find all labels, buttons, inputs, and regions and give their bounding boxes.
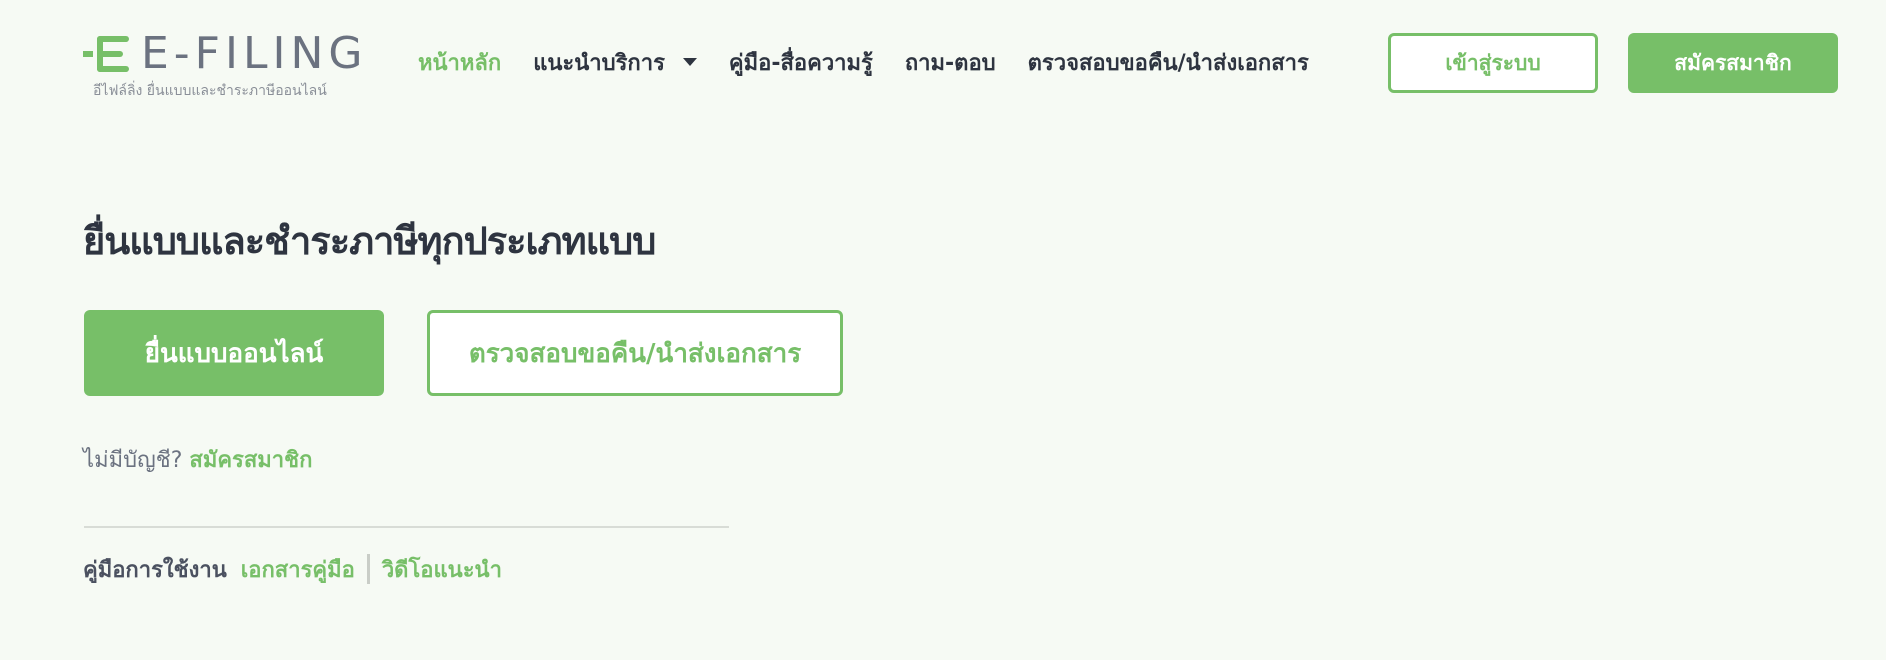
video-guide-link[interactable]: วิดีโอแนะนำ xyxy=(382,552,502,587)
nav-item-manuals[interactable]: คู่มือ-สื่อความรู้ xyxy=(729,45,873,80)
nav-item-label: แนะนำบริการ xyxy=(533,50,665,76)
document-manual-link[interactable]: เอกสารคู่มือ xyxy=(241,552,355,587)
nav-item-label: ตรวจสอบขอคืน/นำส่งเอกสาร xyxy=(1027,50,1309,76)
efiling-logo-icon xyxy=(83,36,129,72)
nav-item-label: ถาม-ตอบ xyxy=(904,50,996,76)
no-account-text: ไม่มีบัญชี? xyxy=(83,448,183,473)
link-separator xyxy=(366,554,370,584)
site-header: E-FILING อีไฟล์ลิ่ง ยื่นแบบและชำระภาษีออ… xyxy=(0,0,1886,124)
logo-text: E-FILING xyxy=(141,28,368,79)
logo-subtitle: อีไฟล์ลิ่ง ยื่นแบบและชำระภาษีออนไลน์ xyxy=(93,83,327,99)
nav-item-faq[interactable]: ถาม-ตอบ xyxy=(905,45,996,80)
nav-item-services[interactable]: แนะนำบริการ xyxy=(533,45,697,80)
manual-links: คู่มือการใช้งาน เอกสารคู่มือ วิดีโอแนะนำ xyxy=(83,552,502,586)
nav-item-home[interactable]: หน้าหลัก xyxy=(418,45,501,80)
manual-label: คู่มือการใช้งาน xyxy=(83,557,227,583)
nav-item-check-refund[interactable]: ตรวจสอบขอคืน/นำส่งเอกสาร xyxy=(1028,45,1309,80)
login-button[interactable]: เข้าสู่ระบบ xyxy=(1388,33,1598,93)
register-link[interactable]: สมัครสมาชิก xyxy=(189,448,312,473)
page-title: ยื่นแบบและชำระภาษีทุกประเภทแบบ xyxy=(83,219,656,263)
check-refund-button[interactable]: ตรวจสอบขอคืน/นำส่งเอกสาร xyxy=(427,310,843,396)
no-account-prompt: ไม่มีบัญชี? สมัครสมาชิก xyxy=(83,442,312,477)
chevron-down-icon xyxy=(682,58,697,66)
nav-item-label: หน้าหลัก xyxy=(418,50,502,76)
site-logo[interactable]: E-FILING อีไฟล์ลิ่ง ยื่นแบบและชำระภาษีออ… xyxy=(83,28,373,102)
main-nav: หน้าหลัก แนะนำบริการ คู่มือ-สื่อความรู้ … xyxy=(418,40,1341,84)
file-online-button[interactable]: ยื่นแบบออนไลน์ xyxy=(84,310,384,396)
section-divider xyxy=(84,526,729,528)
register-button[interactable]: สมัครสมาชิก xyxy=(1628,33,1838,93)
nav-item-label: คู่มือ-สื่อความรู้ xyxy=(728,50,873,76)
